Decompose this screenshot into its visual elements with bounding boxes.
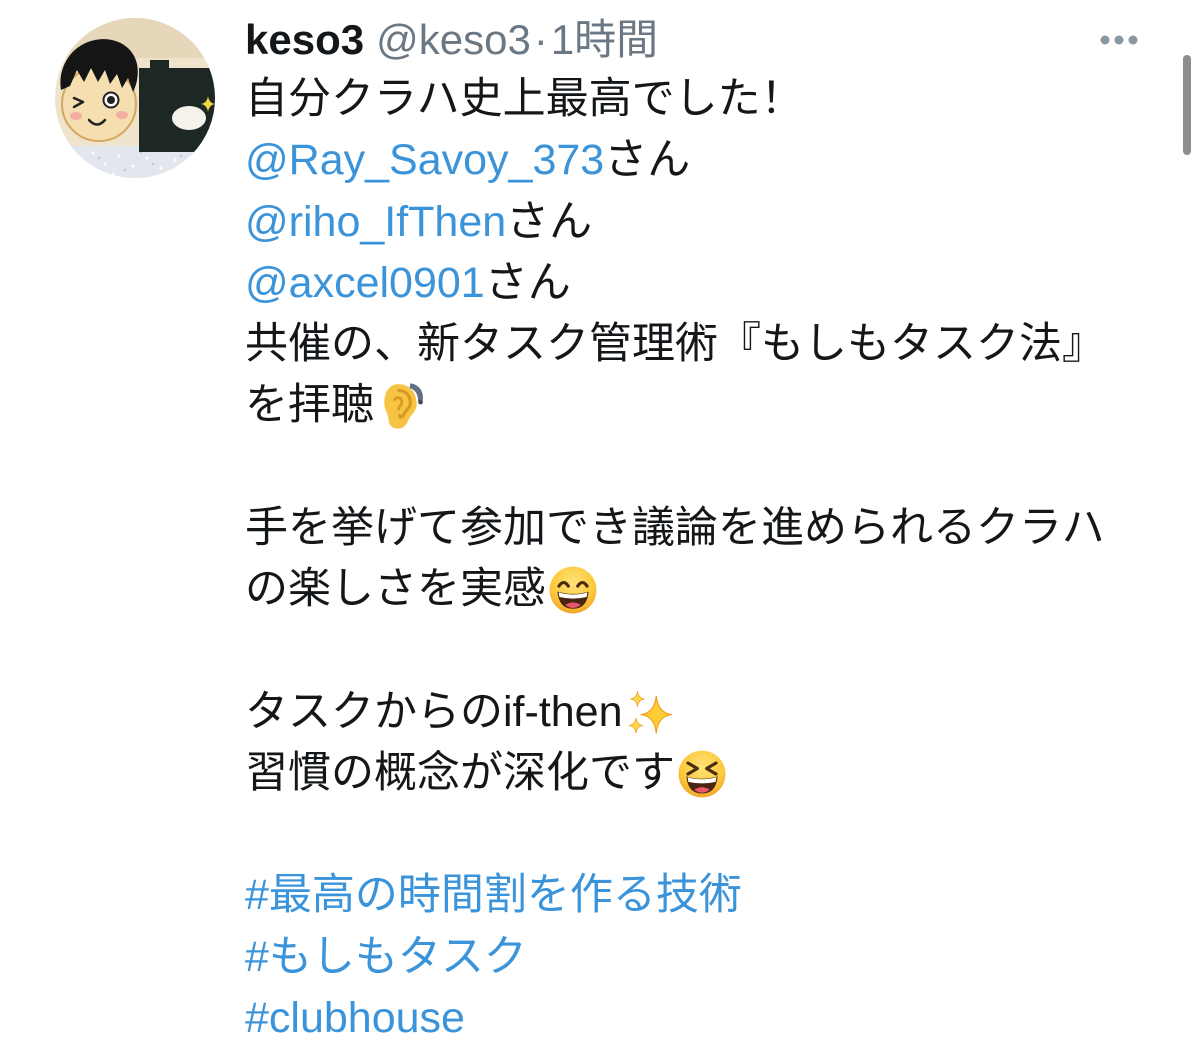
tweet-text-segment: を拝聴 — [245, 381, 374, 430]
tweet-text-segment: 習慣の概念が深化です — [245, 748, 675, 797]
honorific-text: さん — [484, 258, 571, 307]
honorific-text: さん — [604, 136, 691, 185]
mention-link[interactable]: @riho_IfThen — [245, 198, 506, 246]
tweet-line: @riho_IfThenさん — [245, 192, 1165, 253]
grinning-face-with-smiling-eyes-emoji-icon — [549, 566, 597, 614]
grinning-squinting-face-emoji-icon — [678, 750, 726, 798]
tweet-text-segment: タスクからのif-then — [245, 687, 623, 736]
tweet-line: 手を挙げて参加でき議論を進められるクラハ — [245, 498, 1165, 559]
mention-link[interactable]: @Ray_Savoy_373 — [245, 136, 604, 184]
tweet-line: 自分クラハ史上最高でした！ — [245, 69, 1165, 130]
sparkles-emoji-icon — [628, 690, 672, 733]
tweet-text-segment: 共催の、新タスク管理術『もしもタスク法』 — [245, 320, 1105, 368]
tweet-line: @Ray_Savoy_373さん — [245, 130, 1165, 191]
paragraph-break — [245, 620, 1165, 681]
tweet-header: keso3 @keso3·1時間 — [245, 14, 658, 66]
tweet-text-segment: 自分クラハ史上最高でした！ — [245, 75, 804, 123]
more-options-button[interactable] — [1096, 28, 1142, 52]
hashtag-link[interactable]: #clubhouse — [245, 994, 465, 1042]
paragraph-break — [245, 437, 1165, 498]
paragraph-break — [245, 804, 1165, 865]
tweet-line: @axcel0901さん — [245, 253, 1165, 314]
hashtag-link[interactable]: #もしもタスク — [245, 933, 527, 981]
hashtag-link[interactable]: #最高の時間割を作る技術 — [245, 871, 742, 919]
tweet-line: タスクからのif-then — [245, 682, 1165, 743]
mention-link[interactable]: @axcel0901 — [245, 259, 485, 307]
author-avatar[interactable] — [55, 18, 215, 178]
tweet-text-segment: 手を挙げて参加でき議論を進められるクラハ — [245, 503, 1105, 552]
tweet-line: 習慣の概念が深化です — [245, 743, 1165, 804]
tweet-line: 共催の、新タスク管理術『もしもタスク法』 — [245, 314, 1165, 375]
ear-with-hearing-aid-emoji-icon — [384, 383, 423, 429]
tweet-line: を拝聴 — [245, 375, 1165, 436]
tweet-line: の楽しさを実感 — [245, 559, 1165, 620]
tweet-text: 自分クラハ史上最高でした！ @Ray_Savoy_373さん @riho_IfT… — [245, 69, 1165, 1049]
tweet-timestamp[interactable]: 1時間 — [551, 16, 658, 63]
honorific-text: さん — [506, 197, 593, 246]
separator-dot: · — [533, 16, 548, 63]
tweet-line: #最高の時間割を作る技術 — [245, 865, 1165, 926]
tweet-line: #もしもタスク — [245, 927, 1165, 988]
tweet-line: #clubhouse — [245, 988, 1165, 1049]
author-handle[interactable]: @keso3 — [376, 16, 531, 63]
more-horizontal-icon — [1100, 35, 1138, 45]
tweet-text-segment: の楽しさを実感 — [245, 565, 546, 613]
author-display-name[interactable]: keso3 — [245, 16, 364, 63]
vertical-scrollbar[interactable] — [1183, 55, 1191, 155]
